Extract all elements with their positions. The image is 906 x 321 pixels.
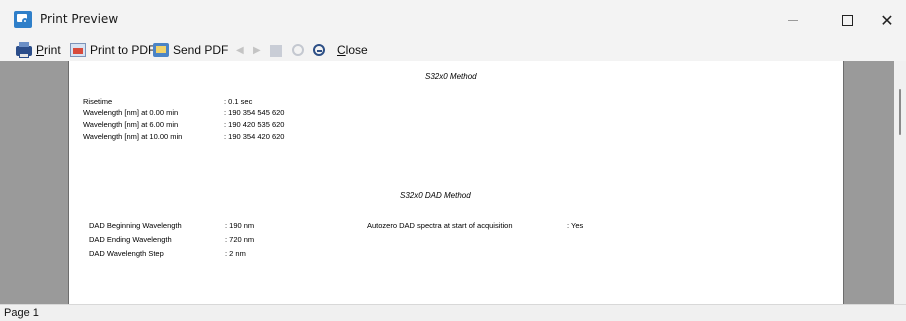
print-preview-app-icon [14,11,32,28]
method-section-title: S32x0 Method [425,72,477,81]
dad-row-value: : 190 nm [225,221,255,230]
print-label: Print [36,43,61,57]
scrollbar-thumb[interactable] [899,89,901,135]
send-pdf-button[interactable]: Send PDF [153,41,228,59]
printer-icon [16,42,32,58]
dad-row-value: : 2 nm [225,249,246,258]
method-row-value: : 0.1 sec [224,97,253,106]
pdf-icon [70,43,86,57]
window-title: Print Preview [40,12,119,26]
multi-page-icon [270,44,282,57]
next-page-icon: ▶ [253,44,261,56]
send-pdf-icon [153,43,169,57]
next-page-button[interactable]: ▶ [253,41,261,59]
zoom-out-icon [313,44,325,56]
send-pdf-label: Send PDF [173,43,229,57]
maximize-button[interactable] [824,0,870,40]
previous-page-button[interactable]: ◀ [236,41,244,59]
autozero-value: : Yes [567,221,584,230]
zoom-in-icon [292,44,304,56]
vertical-scrollbar[interactable] [894,61,906,304]
zoom-out-button[interactable] [313,41,325,59]
page-indicator: Page 1 [4,307,39,319]
preview-area[interactable]: S32x0 Method Risetime : 0.1 sec Waveleng… [0,61,906,304]
preview-page: S32x0 Method Risetime : 0.1 sec Waveleng… [68,61,844,304]
autozero-label: Autozero DAD spectra at start of acquisi… [367,221,513,230]
minimize-icon [788,19,798,21]
close-window-button[interactable]: ✕ [868,0,906,40]
method-row-label: Wavelength [nm] at 10.00 min [83,132,183,141]
title-bar: Print Preview ✕ [0,0,906,40]
minimize-button[interactable] [770,0,816,40]
print-to-pdf-button[interactable]: Print to PDF [70,41,155,59]
dad-row-label: DAD Ending Wavelength [89,235,172,244]
status-bar: Page 1 [0,304,906,321]
toolbar: Print Print to PDF Send PDF ◀ ▶ Close [0,40,906,60]
print-to-pdf-label: Print to PDF [90,43,156,57]
close-icon: ✕ [880,10,894,30]
method-row-label: Wavelength [nm] at 0.00 min [83,108,179,117]
method-row-label: Risetime [83,97,113,106]
print-button[interactable]: Print [16,41,61,59]
dad-section-title: S32x0 DAD Method [400,191,471,200]
maximize-icon [841,14,853,26]
previous-page-icon: ◀ [236,44,244,56]
close-label: Close [337,43,368,57]
zoom-in-button[interactable] [292,41,304,59]
dad-row-label: DAD Beginning Wavelength [89,221,182,230]
method-row-value: : 190 354 545 620 [224,108,285,117]
dad-row-value: : 720 nm [225,235,255,244]
method-row-value: : 190 354 420 620 [224,132,285,141]
close-button[interactable]: Close [333,41,368,59]
method-row-label: Wavelength [nm] at 6.00 min [83,120,179,129]
print-preview-window: Print Preview ✕ Print Print to PDF Send … [0,0,906,321]
dad-row-label: DAD Wavelength Step [89,249,164,258]
multi-page-button[interactable] [270,41,282,59]
method-row-value: : 190 420 535 620 [224,120,285,129]
